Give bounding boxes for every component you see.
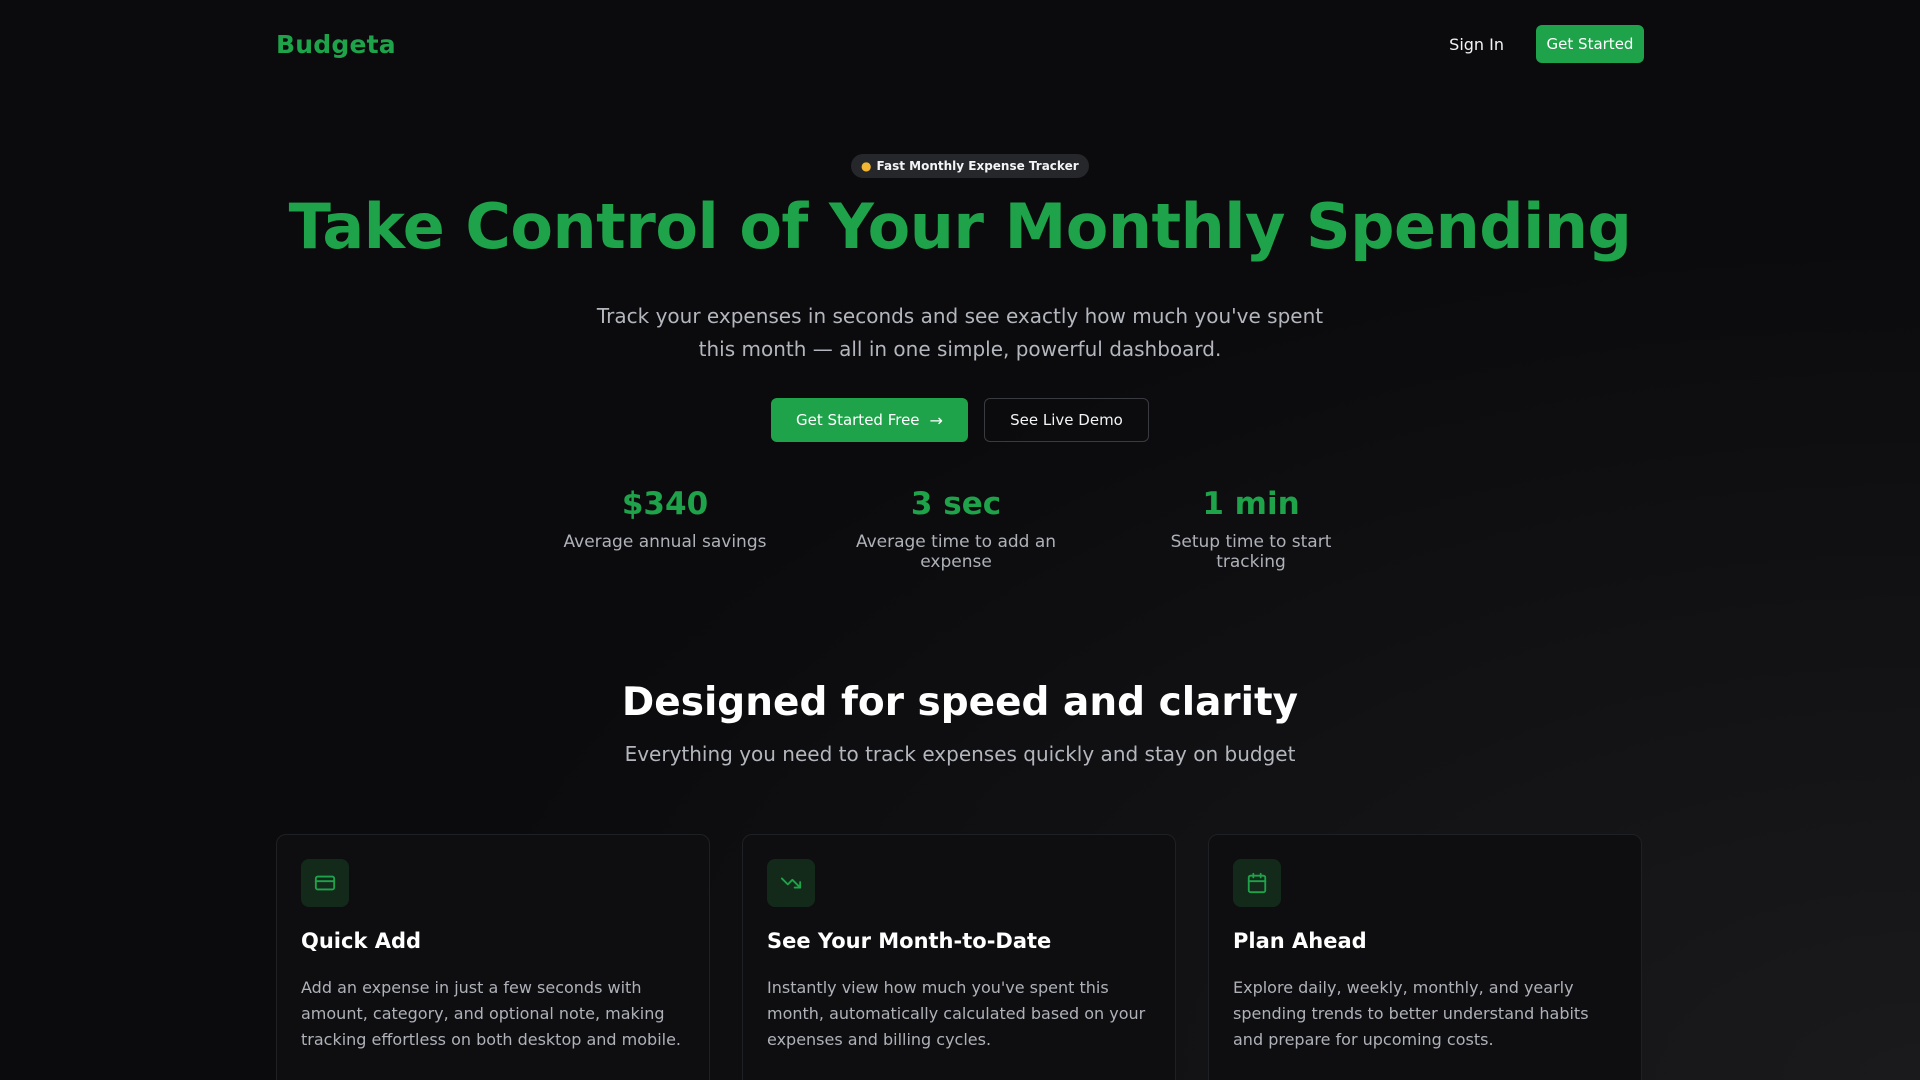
stat-item: 1 min Setup time to start tracking <box>1141 486 1361 572</box>
hero-cta-row: Get Started Free → See Live Demo <box>771 398 1149 442</box>
stat-label: Setup time to start tracking <box>1170 532 1332 572</box>
stat-label: Average time to add an expense <box>855 532 1057 572</box>
stats-row: $340 Average annual savings 3 sec Averag… <box>0 486 1920 572</box>
hero-title: Take Control of Your Monthly Spending <box>288 190 1632 263</box>
hero-badge-label: Fast Monthly Expense Tracker <box>876 159 1079 173</box>
header-nav: Sign In Get Started <box>1449 25 1644 63</box>
features-subtitle: Everything you need to track expenses qu… <box>624 742 1296 766</box>
card-description: Explore daily, weekly, monthly, and year… <box>1233 978 1589 1049</box>
credit-card-icon <box>301 859 349 907</box>
stat-item: 3 sec Average time to add an expense <box>827 486 1085 572</box>
stat-value: $340 <box>621 486 709 522</box>
card-description: Instantly view how much you've spent thi… <box>767 978 1146 1049</box>
arrow-right-icon: → <box>929 410 943 430</box>
get-started-free-label: Get Started Free <box>796 411 920 429</box>
stat-value: 1 min <box>1202 486 1300 522</box>
calendar-icon <box>1233 859 1281 907</box>
hero-subtitle: Track your expenses in seconds and see e… <box>596 304 1324 361</box>
get-started-free-button[interactable]: Get Started Free → <box>771 398 968 442</box>
features-title: Designed for speed and clarity <box>621 680 1299 725</box>
trending-down-icon <box>767 859 815 907</box>
feature-card-plan-ahead: Plan Ahead Explore daily, weekly, monthl… <box>1208 834 1642 1080</box>
money-bag-icon: ● <box>861 159 872 173</box>
see-live-demo-button[interactable]: See Live Demo <box>984 398 1149 442</box>
stat-label: Average annual savings <box>563 532 767 552</box>
feature-cards: Quick Add Add an expense in just a few s… <box>276 834 1644 1080</box>
card-title: See Your Month-to-Date <box>767 929 1052 953</box>
feature-card-quick-add: Quick Add Add an expense in just a few s… <box>276 834 710 1080</box>
stat-value: 3 sec <box>910 486 1002 522</box>
site-header: Budgeta Sign In Get Started <box>276 20 1644 68</box>
card-title: Plan Ahead <box>1233 929 1367 953</box>
card-title: Quick Add <box>301 929 422 953</box>
landing-page: Budgeta Sign In Get Started ● Fast Month… <box>0 0 1920 1080</box>
stat-item: $340 Average annual savings <box>559 486 771 572</box>
brand-logo[interactable]: Budgeta <box>276 30 396 59</box>
feature-card-month-to-date: See Your Month-to-Date Instantly view ho… <box>742 834 1176 1080</box>
sign-in-button[interactable]: Sign In <box>1449 35 1504 54</box>
get-started-button[interactable]: Get Started <box>1536 25 1644 63</box>
card-description: Add an expense in just a few seconds wit… <box>301 978 682 1049</box>
hero-badge: ● Fast Monthly Expense Tracker <box>851 154 1089 178</box>
